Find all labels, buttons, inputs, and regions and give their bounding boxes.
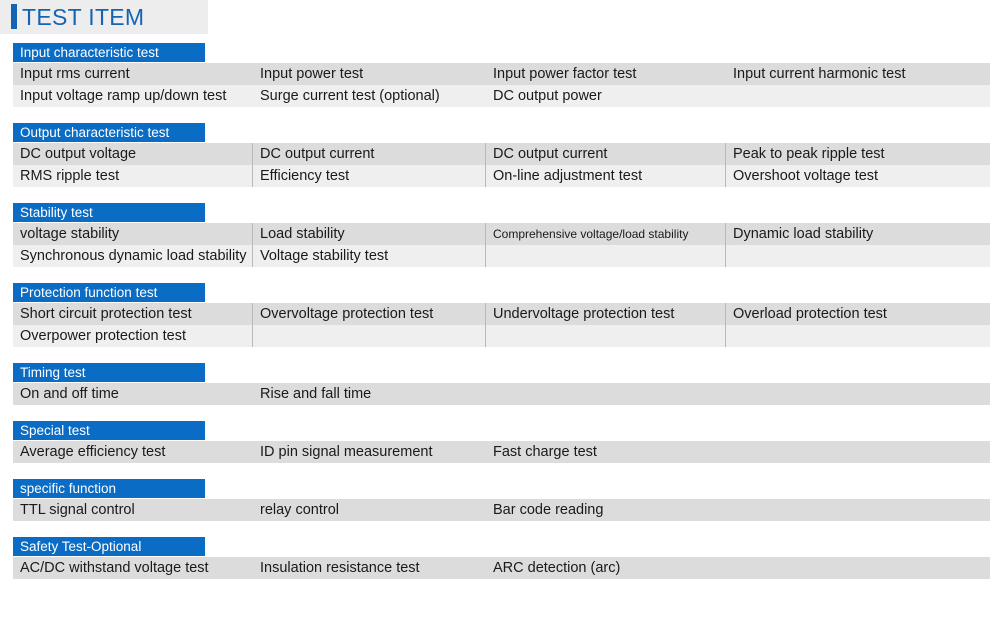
page-title: TEST ITEM [22,4,145,30]
test-item-cell [486,245,725,267]
test-item-cell: Input voltage ramp up/down test [20,88,227,104]
test-item-cell: voltage stability [20,226,120,242]
test-item-cell: Load stability [260,226,345,242]
test-item-cell: Undervoltage protection test [493,306,675,322]
test-item-cell: Input power test [260,66,364,82]
test-item-cell [253,325,485,347]
table-row: Input voltage ramp up/down test Surge cur… [13,85,990,107]
test-item-cell: AC/DC withstand voltage test [20,560,209,576]
table-row: Synchronous dynamic load stability Voltag… [13,245,990,267]
rows-stability-test: voltage stability Load stability Comprehen… [13,223,990,267]
test-item-cell: ID pin signal measurement [260,444,433,460]
test-item-cell: Comprehensive voltage/load stability [493,227,689,241]
column-divider [485,143,486,187]
test-item-cell: ARC detection (arc) [493,560,621,576]
table-row: RMS ripple test Efficiency test On-line ad… [13,165,990,187]
test-item-cell [486,383,990,405]
table-row: TTL signal control relay control Bar code … [13,499,990,521]
column-divider [252,143,253,187]
test-item-cell: Synchronous dynamic load stability [20,248,247,264]
table-row: On and off time Rise and fall time [13,383,990,405]
title-accent-bar [11,4,17,29]
test-item-cell: Input rms current [20,66,130,82]
rows-output-characteristic-test: DC output voltage DC output current DC out… [13,143,990,187]
test-item-cell: Overload protection test [733,306,887,322]
test-item-cell: Input power factor test [493,66,637,82]
test-item-cell: Overshoot voltage test [733,168,879,184]
test-item-cell: On-line adjustment test [493,168,643,184]
section-header-specific-function: specific function [13,479,205,498]
column-divider [485,303,486,347]
column-divider [725,223,726,267]
section-header-stability-test: Stability test [13,203,205,222]
column-divider [725,303,726,347]
section-header-input-characteristic-test: Input characteristic test [13,43,205,62]
test-item-cell: On and off time [20,386,119,402]
test-item-cell: relay control [260,502,339,518]
column-divider [725,143,726,187]
test-item-cell: Average efficiency test [20,444,166,460]
test-item-cell: Short circuit protection test [20,306,192,322]
column-divider [252,303,253,347]
table-row: Overpower protection test [13,325,990,347]
table-row: Short circuit protection test Overvoltage… [13,303,990,325]
test-item-cell: DC output voltage [20,146,137,162]
test-item-cell: DC output power [493,88,602,104]
table-row: DC output voltage DC output current DC out… [13,143,990,165]
test-item-cell [726,325,990,347]
test-item-cell: Surge current test (optional) [260,88,440,104]
section-header-output-characteristic-test: Output characteristic test [13,123,205,142]
test-item-cell: DC output current [493,146,608,162]
test-item-cell [486,325,725,347]
test-item-cell [726,245,990,267]
rows-timing-test: On and off time Rise and fall time [13,383,990,405]
test-item-cell [726,85,990,107]
section-header-protection-function-test: Protection function test [13,283,205,302]
table-row: Average efficiency test ID pin signal mea… [13,441,990,463]
test-item-cell: TTL signal control [20,502,135,518]
rows-specific-function: TTL signal control relay control Bar code … [13,499,990,521]
table-row: AC/DC withstand voltage test Insulation r… [13,557,990,579]
test-item-cell: DC output current [260,146,375,162]
rows-protection-function-test: Short circuit protection test Overvoltage… [13,303,990,347]
test-item-cell: RMS ripple test [20,168,120,184]
column-divider [252,223,253,267]
table-row: Input rms current Input power test Input p… [13,63,990,85]
section-header-timing-test: Timing test [13,363,205,382]
section-header-special-test: Special test [13,421,205,440]
test-item-cell: Voltage stability test [260,248,389,264]
rows-input-characteristic-test: Input rms current Input power test Input p… [13,63,990,107]
column-divider [485,223,486,267]
table-row: voltage stability Load stability Comprehen… [13,223,990,245]
test-item-cell: Fast charge test [493,444,597,460]
section-header-safety-test-optional: Safety Test-Optional [13,537,205,556]
test-item-page: TEST ITEM Input characteristic test Input… [0,0,1000,624]
test-item-cell: Dynamic load stability [733,226,874,242]
page-title-block: TEST ITEM [0,0,208,34]
test-item-cell: Input current harmonic test [733,66,906,82]
test-item-cell: Efficiency test [260,168,350,184]
rows-safety-test-optional: AC/DC withstand voltage test Insulation r… [13,557,990,579]
test-item-cell: Insulation resistance test [260,560,420,576]
test-item-cell: Overpower protection test [20,328,187,344]
test-item-cell: Rise and fall time [260,386,372,402]
rows-special-test: Average efficiency test ID pin signal mea… [13,441,990,463]
test-item-cell: Peak to peak ripple test [733,146,885,162]
test-item-cell: Bar code reading [493,502,604,518]
test-item-cell: Overvoltage protection test [260,306,434,322]
